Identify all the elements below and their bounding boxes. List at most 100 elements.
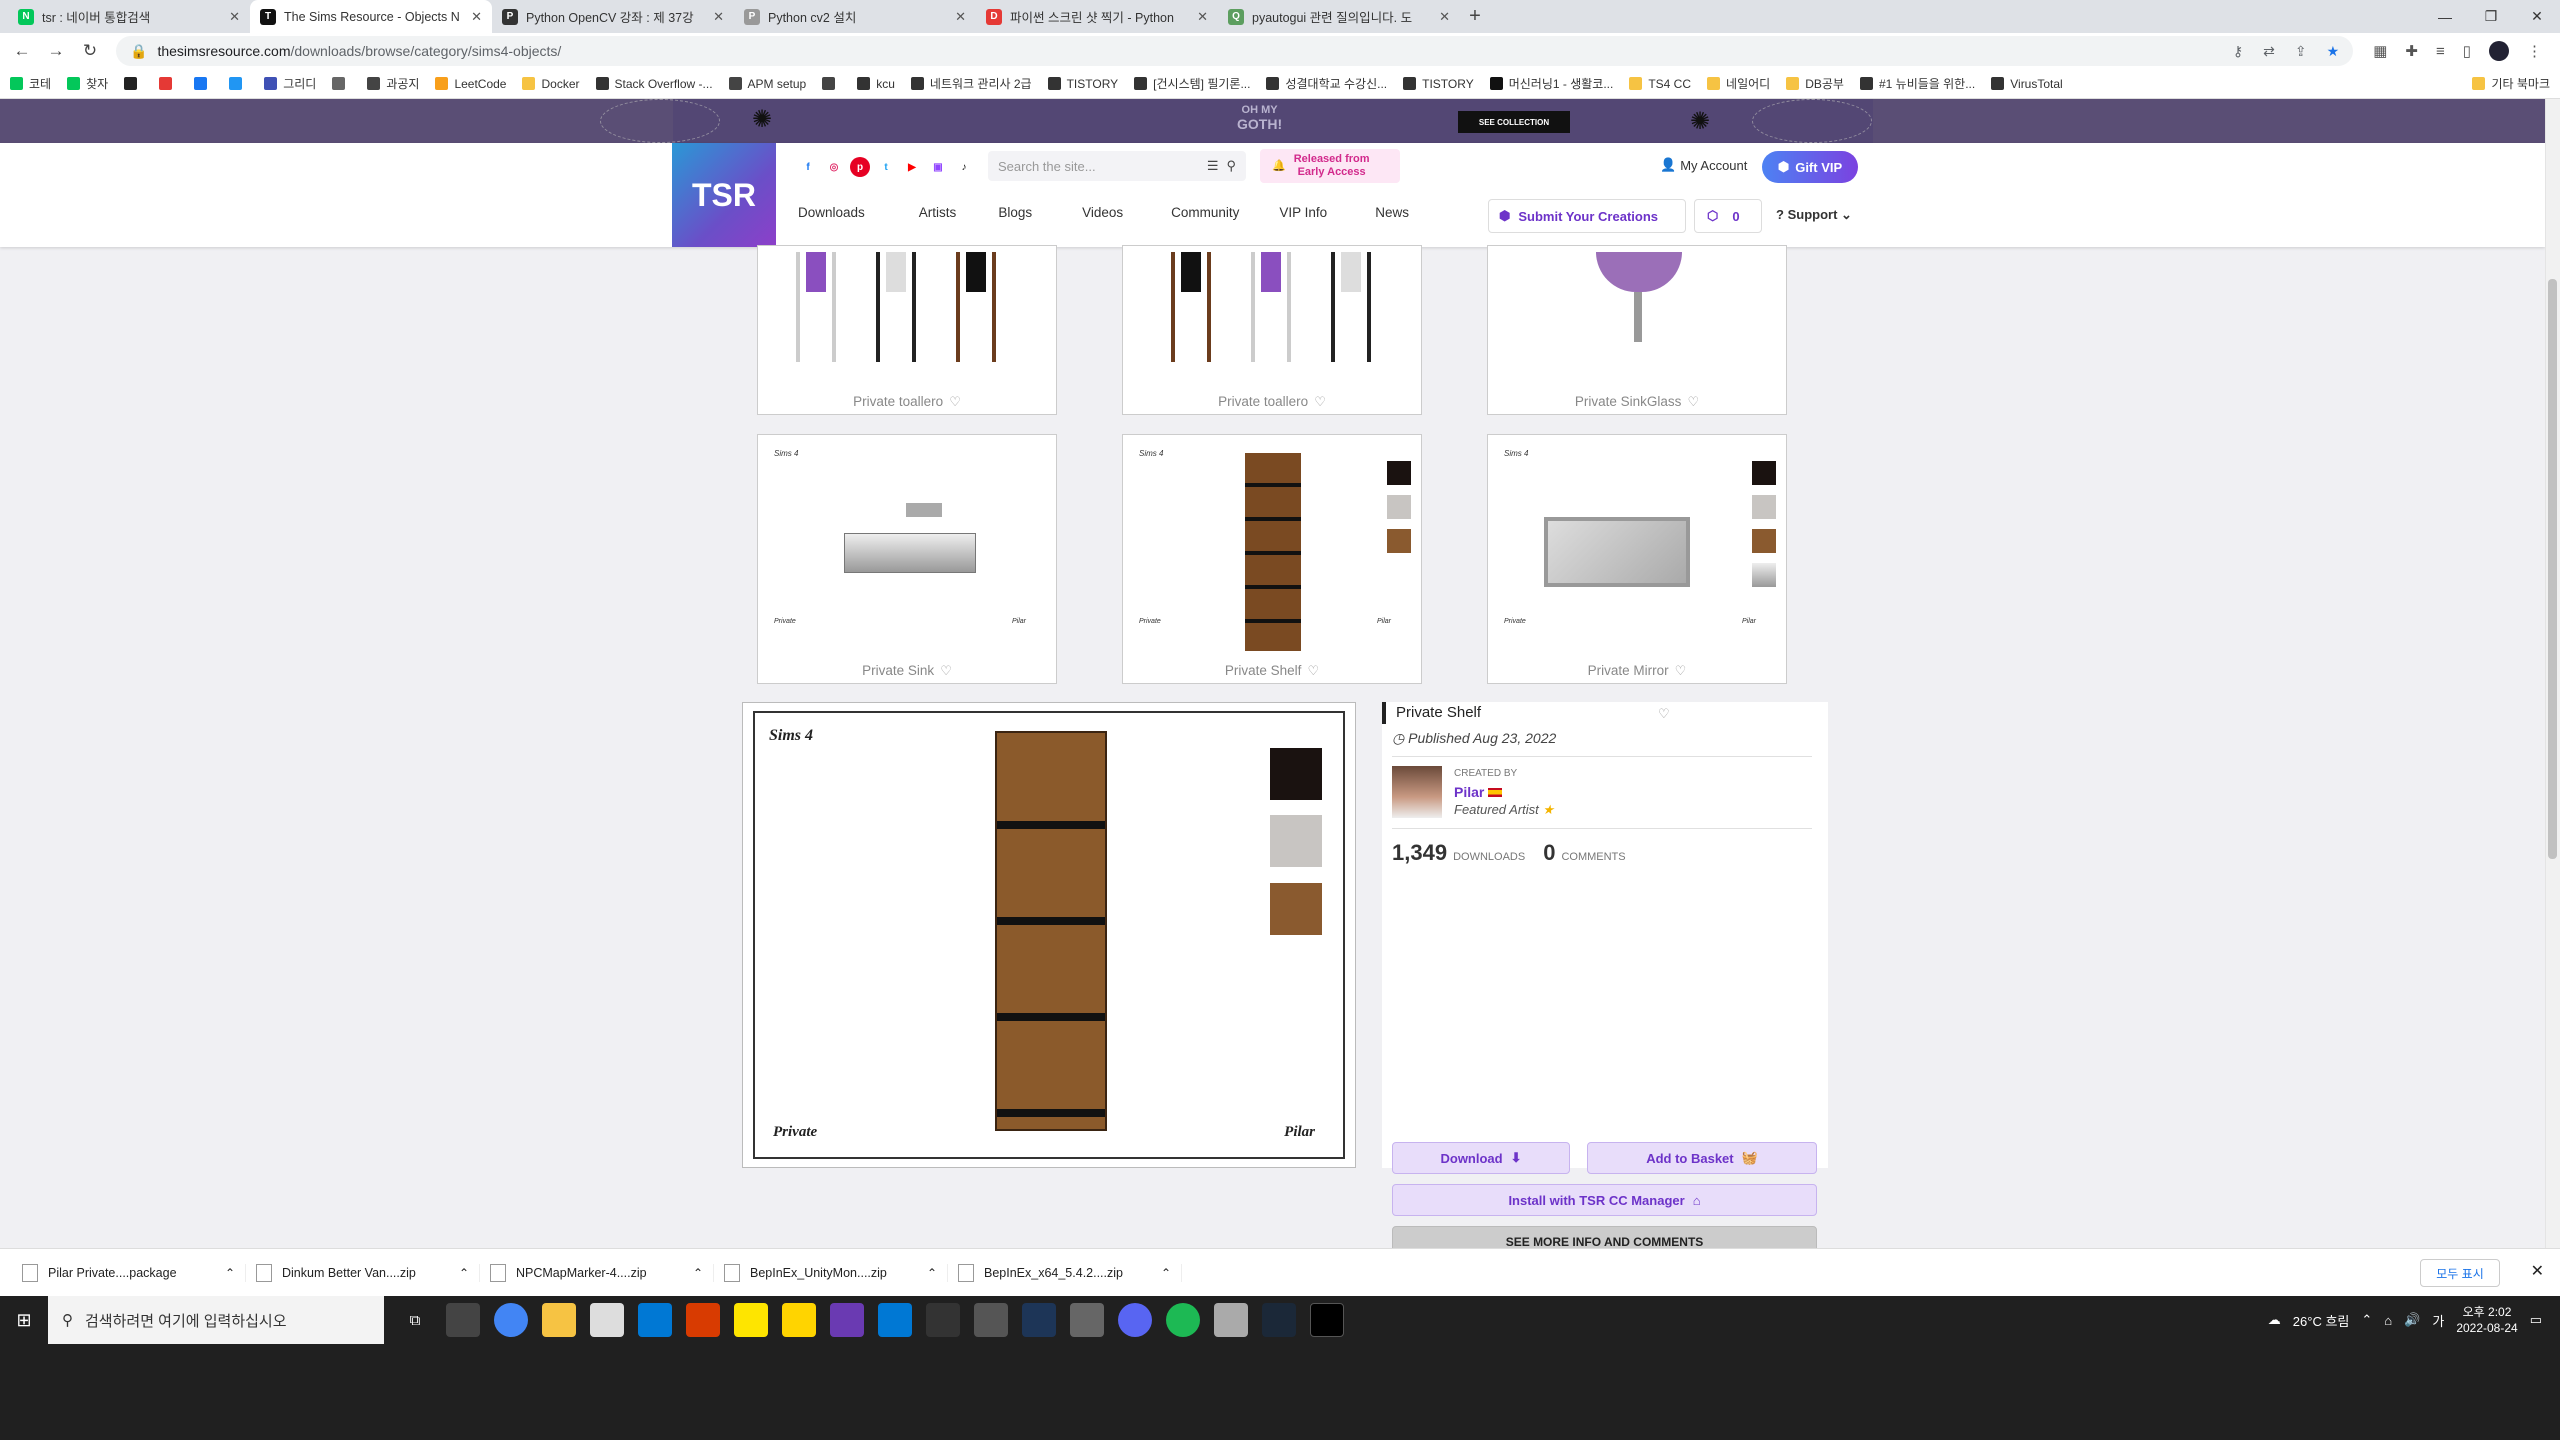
bookmark-item[interactable]: 코테 [10,75,51,92]
heart-icon[interactable]: ♡ [1658,706,1670,722]
support-menu[interactable]: ? Support ⌄ [1776,207,1852,223]
download-item[interactable]: NPCMapMarker-4....zip ⌃ [480,1263,714,1282]
bookmark-item[interactable] [332,77,351,90]
swatch-wood[interactable] [1270,883,1322,935]
twitter-icon[interactable]: t [876,157,896,177]
bookmark-item[interactable] [822,77,841,90]
bookmark-item[interactable]: 그리디 [264,75,316,92]
bookmark-item[interactable]: DB공부 [1786,75,1844,92]
browser-tab[interactable]: P Python cv2 설치 ✕ [734,0,976,33]
browser-tab[interactable]: Ntsr : 네이버 통합검색 ✕ [8,0,250,33]
item-card[interactable]: Private toallero ♡ [757,245,1057,415]
bookmark-item[interactable]: 성결대학교 수강신... [1266,75,1387,92]
volume-icon[interactable]: 🔊 [2404,1312,2420,1328]
download-item[interactable]: Pilar Private....package ⌃ [12,1263,246,1282]
browser-tab[interactable]: Qpyautogui 관련 질의입니다. 도 ✕ [1218,0,1460,33]
download-item[interactable]: BepInEx_UnityMon....zip ⌃ [714,1263,948,1282]
item-label[interactable]: Private Mirror ♡ [1488,663,1786,679]
item-card[interactable]: Sims 4 Private Pilar Private Sink ♡ [757,434,1057,684]
task-view-icon[interactable]: ⧉ [398,1303,432,1337]
nav-videos[interactable]: Videos [1082,205,1123,220]
halloween-banner[interactable]: ✺ ✺ OH MY GOTH! SEE COLLECTION [0,99,2545,143]
browser-tab[interactable]: D 파이썬 스크린 샷 찍기 - Python ✕ [976,0,1218,33]
chevron-up-icon[interactable]: ⌃ [1161,1266,1171,1280]
see-collection-button[interactable]: SEE COLLECTION [1458,111,1570,133]
ime-icon[interactable]: 가 [2432,1311,2444,1330]
app-icon[interactable] [1214,1303,1248,1337]
item-label[interactable]: Private toallero ♡ [758,394,1056,410]
extension-icon[interactable]: ▦ [2373,42,2387,60]
nav-blogs[interactable]: Blogs [998,205,1032,220]
notification-icon[interactable]: ▭ [2530,1312,2542,1328]
youtube-icon[interactable]: ▶ [902,157,922,177]
minimize-button[interactable]: — [2422,0,2468,33]
discord-icon[interactable] [1118,1303,1152,1337]
menu-icon[interactable]: ⋮ [2527,42,2542,60]
sticky-notes-icon[interactable] [782,1303,816,1337]
chevron-up-icon[interactable]: ⌃ [225,1266,235,1280]
tsr-logo[interactable]: TSR [672,143,776,247]
app-icon[interactable] [926,1303,960,1337]
nav-artists[interactable]: Artists [919,205,957,220]
heart-icon[interactable]: ♡ [940,663,952,678]
instagram-icon[interactable]: ◎ [824,157,844,177]
early-access-button[interactable]: 🔔 Released from Early Access [1260,149,1400,183]
reading-list-icon[interactable]: ≡ [2436,43,2445,60]
network-icon[interactable]: ⌂ [2384,1313,2392,1328]
show-all-button[interactable]: 모두 표시 [2420,1259,2500,1287]
item-card[interactable]: Sims 4 Private Pilar Private Mirror ♡ [1487,434,1787,684]
bookmark-item[interactable]: Docker [522,77,580,91]
heart-icon[interactable]: ♡ [1307,663,1319,678]
close-tab-icon[interactable]: ✕ [1439,9,1450,25]
address-bar[interactable]: 🔒 thesimsresource.com/downloads/browse/c… [116,36,2354,66]
windows-start-icon[interactable]: ⊞ [0,1296,48,1344]
submit-creations-button[interactable]: ⬢ Submit Your Creations [1488,199,1686,233]
swatch-dark[interactable] [1270,748,1322,800]
close-tab-icon[interactable]: ✕ [471,9,482,25]
chevron-up-icon[interactable]: ⌃ [693,1266,703,1280]
download-button[interactable]: Download ⬇ [1392,1142,1570,1174]
reload-button[interactable]: ↻ [76,37,104,65]
close-tab-icon[interactable]: ✕ [713,9,724,25]
nav-downloads[interactable]: Downloads [798,205,865,220]
chevron-up-icon[interactable]: ⌃ [459,1266,469,1280]
bookmark-item[interactable]: TS4 CC [1629,77,1691,91]
other-bookmarks[interactable]: 기타 북마크 [2472,75,2550,92]
pinterest-icon[interactable]: p [850,157,870,177]
my-account-link[interactable]: 👤 My Account [1660,157,1747,173]
visual-studio-icon[interactable] [830,1303,864,1337]
item-label[interactable]: Private Sink ♡ [758,663,1056,679]
download-item[interactable]: BepInEx_x64_5.4.2....zip ⌃ [948,1263,1182,1282]
terminal-icon[interactable] [1310,1303,1344,1337]
vscode-icon[interactable] [878,1303,912,1337]
bookmark-item[interactable] [159,77,178,90]
close-tab-icon[interactable]: ✕ [229,9,240,25]
spotify-icon[interactable] [1166,1303,1200,1337]
office-icon[interactable] [686,1303,720,1337]
browser-tab[interactable]: T The Sims Resource - Objects N ✕ [250,0,492,33]
item-card[interactable]: Private SinkGlass ♡ [1487,245,1787,415]
sidebar-icon[interactable]: ▯ [2463,42,2471,60]
taskbar-search[interactable]: ⚲ 검색하려면 여기에 입력하십시오 [48,1296,384,1344]
heart-icon[interactable]: ♡ [949,394,961,409]
new-tab-button[interactable]: + [1460,0,1490,33]
close-icon[interactable]: ✕ [2531,1261,2544,1281]
nav-vip-info[interactable]: VIP Info [1279,205,1327,220]
author-avatar[interactable] [1392,766,1442,818]
close-tab-icon[interactable]: ✕ [955,9,966,25]
translate-icon[interactable]: ⇄ [2263,43,2275,60]
forward-button[interactable]: → [42,37,70,65]
scrollbar-thumb[interactable] [2548,279,2557,859]
bookmark-item[interactable]: kcu [857,77,895,91]
chevron-up-icon[interactable]: ⌃ [2361,1312,2372,1328]
facebook-icon[interactable]: f [798,157,818,177]
item-card[interactable]: Private toallero ♡ [1122,245,1422,415]
bookmark-item[interactable]: TISTORY [1047,77,1118,91]
item-label[interactable]: Private Shelf ♡ [1123,663,1421,679]
bookmark-star-icon[interactable]: ★ [2327,43,2340,60]
weather-icon[interactable]: ☁ [2268,1312,2281,1328]
bookmark-item[interactable]: TISTORY [1403,77,1474,91]
bookmark-item[interactable] [124,77,143,90]
bookmark-item[interactable] [229,77,248,90]
bookmark-item[interactable]: #1 뉴비들을 위한... [1859,75,1975,92]
